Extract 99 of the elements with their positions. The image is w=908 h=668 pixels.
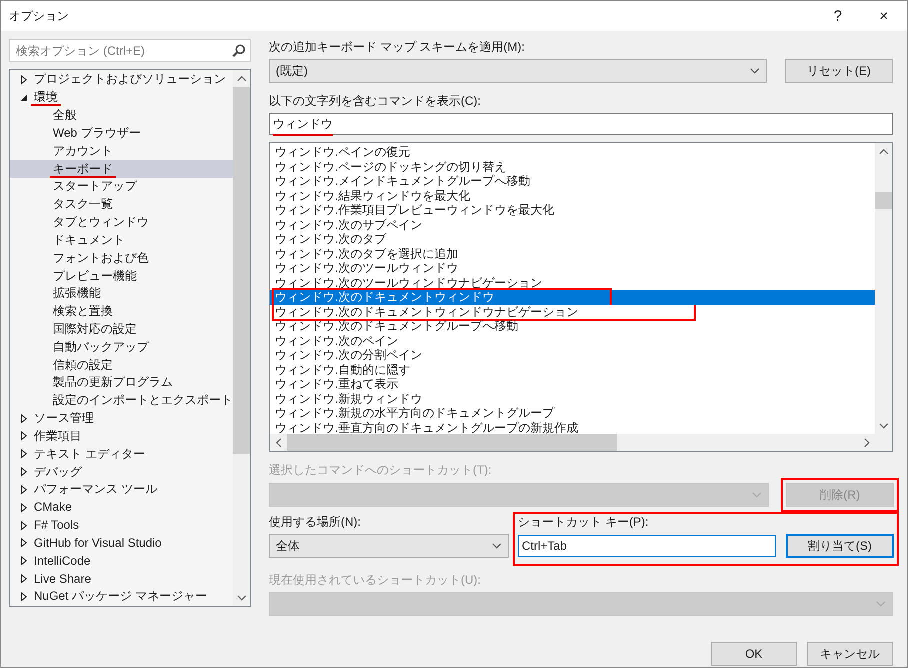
- command-item[interactable]: ウィンドウ.次のドキュメントウィンドウ: [270, 290, 875, 304]
- tree-item[interactable]: テキスト エディター: [10, 445, 233, 464]
- scrollbar-thumb[interactable]: [287, 434, 617, 451]
- tree-item[interactable]: 検索と置換: [10, 302, 233, 321]
- command-item[interactable]: ウィンドウ.自動的に隠す: [270, 362, 875, 377]
- tree-item[interactable]: GitHub for Visual Studio: [10, 534, 233, 552]
- tree-item[interactable]: デバッグ: [10, 463, 233, 482]
- tree-item[interactable]: 設定のインポートとエクスポート: [10, 392, 233, 410]
- search-field[interactable]: 検索オプション (Ctrl+E): [14, 44, 232, 58]
- tree-item[interactable]: 製品の更新プログラム: [10, 374, 233, 392]
- field-label: 使用する場所(N):: [269, 514, 362, 530]
- chevron-down-icon: [492, 543, 502, 549]
- cancel-button[interactable]: キャンセル: [807, 642, 893, 666]
- command-item[interactable]: ウィンドウ.新規の水平方向のドキュメントグループ: [270, 406, 875, 420]
- tree-item[interactable]: パフォーマンス ツール: [10, 481, 233, 499]
- chevron-down-icon: [750, 68, 760, 74]
- tree-item[interactable]: プレビュー機能: [10, 267, 233, 285]
- field-label: 以下の文字列を含むコマンドを表示(C):: [269, 93, 482, 109]
- expand-icon[interactable]: [20, 414, 28, 424]
- command-item[interactable]: ウィンドウ.垂直方向のドキュメントグループの新規作成: [270, 420, 875, 434]
- command-item[interactable]: ウィンドウ.次のツールウィンドウ: [270, 261, 875, 276]
- chevron-left-icon[interactable]: [276, 438, 282, 448]
- field-label: ショートカット キー(P):: [518, 514, 650, 530]
- tree-item[interactable]: 拡張機能: [10, 284, 233, 303]
- tree-item[interactable]: Live Share: [10, 570, 233, 588]
- command-item[interactable]: ウィンドウ.次のペイン: [270, 334, 875, 348]
- tree-item[interactable]: 国際対応の設定: [10, 320, 233, 338]
- chevron-down-icon[interactable]: [878, 422, 888, 428]
- tree-item[interactable]: キーボード: [10, 160, 233, 178]
- collapse-icon[interactable]: [20, 92, 28, 103]
- tree-item[interactable]: NuGet パッケージ マネージャー: [10, 588, 233, 606]
- command-item[interactable]: ウィンドウ.メインドキュメントグループへ移動: [270, 174, 875, 188]
- command-item[interactable]: ウィンドウ.次のツールウィンドウナビゲーション: [270, 276, 875, 290]
- expand-icon[interactable]: [20, 574, 28, 584]
- expand-icon[interactable]: [20, 502, 28, 513]
- chevron-down-icon: [876, 601, 886, 607]
- dropdown[interactable]: 全体: [269, 534, 509, 558]
- close-button[interactable]: ×: [861, 1, 907, 31]
- scrollbar[interactable]: [875, 143, 892, 434]
- scrollbar[interactable]: [233, 70, 250, 606]
- command-item[interactable]: ウィンドウ.次のタブ: [270, 232, 875, 246]
- command-item[interactable]: ウィンドウ.次のタブを選択に追加: [270, 246, 875, 261]
- expand-icon[interactable]: [20, 467, 28, 478]
- tree-item[interactable]: フォントおよび色: [10, 249, 233, 268]
- tree-item[interactable]: CMake: [10, 498, 233, 517]
- expand-icon[interactable]: [20, 592, 28, 602]
- command-item[interactable]: ウィンドウ.次のサブペイン: [270, 218, 875, 232]
- expand-icon[interactable]: [20, 431, 28, 442]
- tree-item[interactable]: タブとウィンドウ: [10, 214, 233, 232]
- tree-item[interactable]: アカウント: [10, 142, 233, 160]
- search-box[interactable]: 検索オプション (Ctrl+E): [9, 39, 251, 62]
- ok-button[interactable]: OK: [711, 642, 797, 666]
- shortcut-field[interactable]: Ctrl+Tab: [518, 535, 776, 557]
- command-item[interactable]: ウィンドウ.新規ウィンドウ: [270, 392, 875, 406]
- tree-item[interactable]: ソース管理: [10, 410, 233, 428]
- tree-item[interactable]: IntelliCode: [10, 552, 233, 570]
- search-icon[interactable]: [232, 44, 246, 58]
- tree-item[interactable]: 作業項目: [10, 428, 233, 446]
- tree-item[interactable]: F# Tools: [10, 516, 233, 535]
- tree-item[interactable]: 信頼の設定: [10, 356, 233, 374]
- command-item[interactable]: ウィンドウ.次の分割ペイン: [270, 348, 875, 362]
- command-item[interactable]: ウィンドウ.重ねて表示: [270, 377, 875, 392]
- scrollbar-thumb[interactable]: [875, 192, 892, 209]
- scrollbar[interactable]: [270, 434, 892, 451]
- chevron-down-icon[interactable]: [236, 594, 246, 600]
- expand-icon[interactable]: [20, 520, 28, 531]
- command-item[interactable]: ウィンドウ.作業項目プレビューウィンドウを最大化: [270, 203, 875, 218]
- expand-icon[interactable]: [20, 449, 28, 460]
- field-label: 現在使用されているショートカット(U):: [269, 572, 482, 588]
- expand-icon[interactable]: [20, 538, 28, 548]
- command-item[interactable]: ウィンドウ.ペインの復元: [270, 145, 875, 160]
- tree-item[interactable]: 環境: [10, 88, 233, 107]
- expand-icon[interactable]: [20, 74, 28, 85]
- tree-item[interactable]: 全般: [10, 106, 233, 124]
- dropdown[interactable]: (既定): [269, 59, 767, 83]
- help-button[interactable]: ?: [815, 1, 861, 31]
- chevron-right-icon[interactable]: [864, 438, 870, 448]
- window-title: オプション: [9, 8, 70, 24]
- tree-item[interactable]: プロジェクトおよびソリューション: [10, 71, 233, 89]
- command-item[interactable]: ウィンドウ.結果ウィンドウを最大化: [270, 188, 875, 203]
- tree-item[interactable]: Web ブラウザー: [10, 124, 233, 142]
- chevron-down-icon: [752, 492, 762, 498]
- tree-item[interactable]: ドキュメント: [10, 231, 233, 250]
- command-item[interactable]: ウィンドウ.ページのドッキングの切り替え: [270, 160, 875, 174]
- tree-item[interactable]: スタートアップ: [10, 178, 233, 196]
- field-label: 次の追加キーボード マップ スキームを適用(M):: [269, 39, 526, 55]
- command-item[interactable]: ウィンドウ.次のドキュメントグループへ移動: [270, 319, 875, 334]
- filter-field[interactable]: ウィンドウ: [269, 113, 893, 135]
- expand-icon[interactable]: [20, 556, 28, 566]
- assign-button[interactable]: 割り当て(S): [786, 534, 894, 558]
- scrollbar-thumb[interactable]: [233, 87, 250, 454]
- chevron-up-icon[interactable]: [236, 76, 246, 82]
- field-label: 選択したコマンドへのショートカット(T):: [269, 462, 493, 478]
- expand-icon[interactable]: [20, 484, 28, 495]
- tree-item[interactable]: 自動バックアップ: [10, 338, 233, 356]
- chevron-up-icon[interactable]: [878, 148, 888, 154]
- reset-button[interactable]: リセット(E): [785, 59, 893, 83]
- tree-item[interactable]: タスク一覧: [10, 196, 233, 214]
- command-item[interactable]: ウィンドウ.次のドキュメントウィンドウナビゲーション: [270, 304, 875, 319]
